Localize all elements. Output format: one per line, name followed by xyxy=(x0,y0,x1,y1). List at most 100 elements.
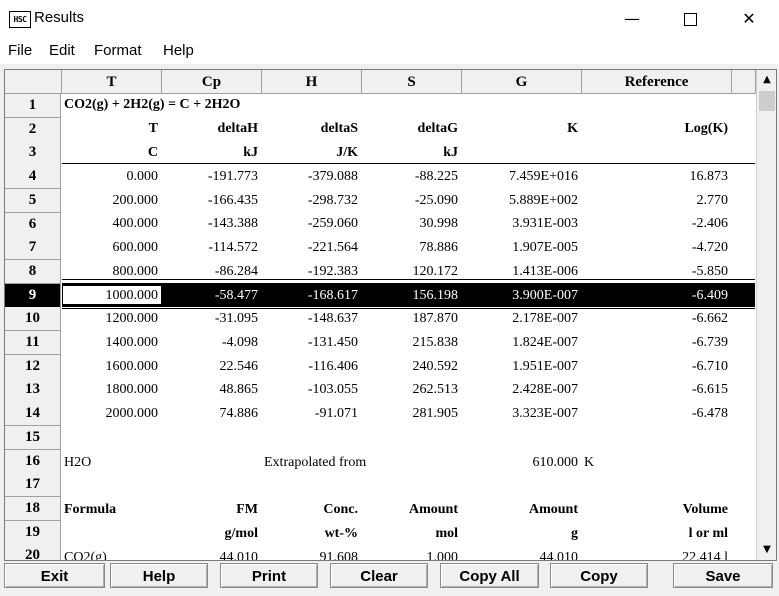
menu-file[interactable]: File xyxy=(8,42,32,59)
cell-deltas[interactable]: -192.383 xyxy=(262,264,358,280)
row-header[interactable]: 12 xyxy=(5,354,61,379)
subheader-deltah[interactable]: deltaH xyxy=(162,121,258,137)
species-conc-cell[interactable]: 91.608 xyxy=(262,550,359,560)
cell-k[interactable]: 7.459E+016 xyxy=(462,169,578,185)
cell-deltah[interactable]: -31.095 xyxy=(162,311,258,327)
cell-deltas[interactable]: -168.617 xyxy=(262,288,358,304)
row-header[interactable]: 9 xyxy=(5,283,61,308)
unit-t[interactable]: C xyxy=(62,145,158,161)
row-header[interactable]: 8 xyxy=(5,259,61,285)
vertical-scrollbar[interactable]: ▲ ▼ xyxy=(756,70,776,560)
species-unit-volume[interactable]: l or ml xyxy=(582,526,728,542)
subheader-deltag[interactable]: deltaG xyxy=(362,121,458,137)
cell-logk[interactable]: -6.739 xyxy=(582,335,728,351)
cell-deltas[interactable]: -221.564 xyxy=(262,240,358,256)
cell-deltah[interactable]: -143.388 xyxy=(162,216,258,232)
cell-k[interactable]: 1.413E-006 xyxy=(462,264,578,280)
species-volume-cell[interactable]: 22.414 l xyxy=(582,550,728,560)
cell-deltah[interactable]: -191.773 xyxy=(162,169,258,185)
row-header[interactable]: 11 xyxy=(5,331,61,356)
species-unit-g[interactable]: g xyxy=(462,526,578,542)
cell-logk[interactable]: -6.615 xyxy=(582,382,728,398)
cell-t[interactable]: 0.000 xyxy=(62,169,159,185)
species-unit-conc[interactable]: wt-% xyxy=(262,526,358,542)
species-header-volume[interactable]: Volume xyxy=(582,502,728,518)
species-header-conc[interactable]: Conc. xyxy=(262,502,358,518)
scroll-down-icon[interactable]: ▼ xyxy=(757,540,776,560)
cell-t[interactable]: 2000.000 xyxy=(62,406,159,422)
cell-logk[interactable]: -2.406 xyxy=(582,216,728,232)
cell-k[interactable]: 3.323E-007 xyxy=(462,406,578,422)
menu-help[interactable]: Help xyxy=(163,42,194,59)
minimize-icon[interactable]: — xyxy=(603,0,661,38)
species-header-amount-mol[interactable]: Amount xyxy=(362,502,458,518)
cell-deltas[interactable]: -148.637 xyxy=(262,311,358,327)
cell-k[interactable]: 5.889E+002 xyxy=(462,193,578,209)
cell-deltag[interactable]: -25.090 xyxy=(362,193,458,209)
cell-deltah[interactable]: -4.098 xyxy=(162,335,258,351)
row-header[interactable]: 20 xyxy=(5,544,61,560)
cell-deltas[interactable]: -298.732 xyxy=(262,193,358,209)
menu-edit[interactable]: Edit xyxy=(49,42,75,59)
column-header-h[interactable]: H xyxy=(262,70,362,94)
cell-t[interactable]: 1800.000 xyxy=(62,382,159,398)
column-header-reference[interactable]: Reference xyxy=(582,70,732,94)
extrapolated-value[interactable]: 610.000 xyxy=(482,455,579,471)
help-button[interactable]: Help xyxy=(110,563,208,588)
species-header-formula[interactable]: Formula xyxy=(64,502,116,518)
unit-deltag[interactable]: kJ xyxy=(362,145,458,161)
cell-deltag[interactable]: 187.870 xyxy=(362,311,459,327)
cell-t[interactable]: 600.000 xyxy=(62,240,159,256)
cell-deltah[interactable]: -86.284 xyxy=(162,264,258,280)
cell-logk[interactable]: -6.478 xyxy=(582,406,728,422)
extrapolated-note[interactable]: Extrapolated from xyxy=(264,455,366,471)
cell-logk[interactable]: -6.710 xyxy=(582,359,728,375)
cell-deltas[interactable]: -91.071 xyxy=(262,406,358,422)
row-header[interactable]: 5 xyxy=(5,188,61,213)
species-formula-cell[interactable]: CO2(g) xyxy=(64,550,107,560)
cell-t[interactable]: 1000.000 xyxy=(62,288,159,304)
subheader-k[interactable]: K xyxy=(462,121,578,137)
species-g-cell[interactable]: 44.010 xyxy=(462,550,579,560)
cell-deltah[interactable]: -166.435 xyxy=(162,193,258,209)
subheader-logk[interactable]: Log(K) xyxy=(582,121,728,137)
scroll-thumb[interactable] xyxy=(759,91,775,111)
cell-k[interactable]: 2.428E-007 xyxy=(462,382,578,398)
menu-format[interactable]: Format xyxy=(94,42,142,59)
cell-deltag[interactable]: 30.998 xyxy=(362,216,459,232)
species-unit-fm[interactable]: g/mol xyxy=(162,526,258,542)
cell-deltah[interactable]: 22.546 xyxy=(162,359,259,375)
row-header[interactable]: 15 xyxy=(5,425,61,450)
close-icon[interactable]: ✕ xyxy=(720,0,778,38)
cell-t[interactable]: 1200.000 xyxy=(62,311,159,327)
cell-t[interactable]: 800.000 xyxy=(62,264,159,280)
cell-deltas[interactable]: -379.088 xyxy=(262,169,358,185)
row-header[interactable]: 19 xyxy=(5,520,61,545)
cell-deltah[interactable]: -114.572 xyxy=(162,240,258,256)
maximize-icon[interactable] xyxy=(661,0,719,38)
cell-deltag[interactable]: -88.225 xyxy=(362,169,458,185)
cell-k[interactable]: 1.951E-007 xyxy=(462,359,578,375)
clear-button[interactable]: Clear xyxy=(330,563,428,588)
copy-button[interactable]: Copy xyxy=(550,563,648,588)
row-header[interactable]: 16 xyxy=(5,449,61,474)
extrapolated-unit[interactable]: K xyxy=(584,455,594,471)
cell-deltah[interactable]: 74.886 xyxy=(162,406,259,422)
subheader-deltas[interactable]: deltaS xyxy=(262,121,358,137)
cell-logk[interactable]: -4.720 xyxy=(582,240,728,256)
unit-deltah[interactable]: kJ xyxy=(162,145,258,161)
cell-deltag[interactable]: 156.198 xyxy=(362,288,459,304)
row-header[interactable]: 1 xyxy=(5,94,61,119)
cell-deltag[interactable]: 262.513 xyxy=(362,382,459,398)
cell-logk[interactable]: 16.873 xyxy=(582,169,729,185)
species-unit-mol[interactable]: mol xyxy=(362,526,458,542)
results-grid[interactable]: T Cp H S G Reference 1 2 3 4 5 6 7 8 9 10 11 12 13 14… xyxy=(4,69,777,561)
cell-deltah[interactable]: -58.477 xyxy=(162,288,258,304)
cell-t[interactable]: 400.000 xyxy=(62,216,159,232)
species-header-fm[interactable]: FM xyxy=(162,502,258,518)
save-button[interactable]: Save xyxy=(673,563,773,588)
unit-deltas[interactable]: J/K xyxy=(262,145,358,161)
cell-k[interactable]: 1.824E-007 xyxy=(462,335,578,351)
row-header[interactable]: 2 xyxy=(5,117,61,142)
exit-button[interactable]: Exit xyxy=(4,563,105,588)
